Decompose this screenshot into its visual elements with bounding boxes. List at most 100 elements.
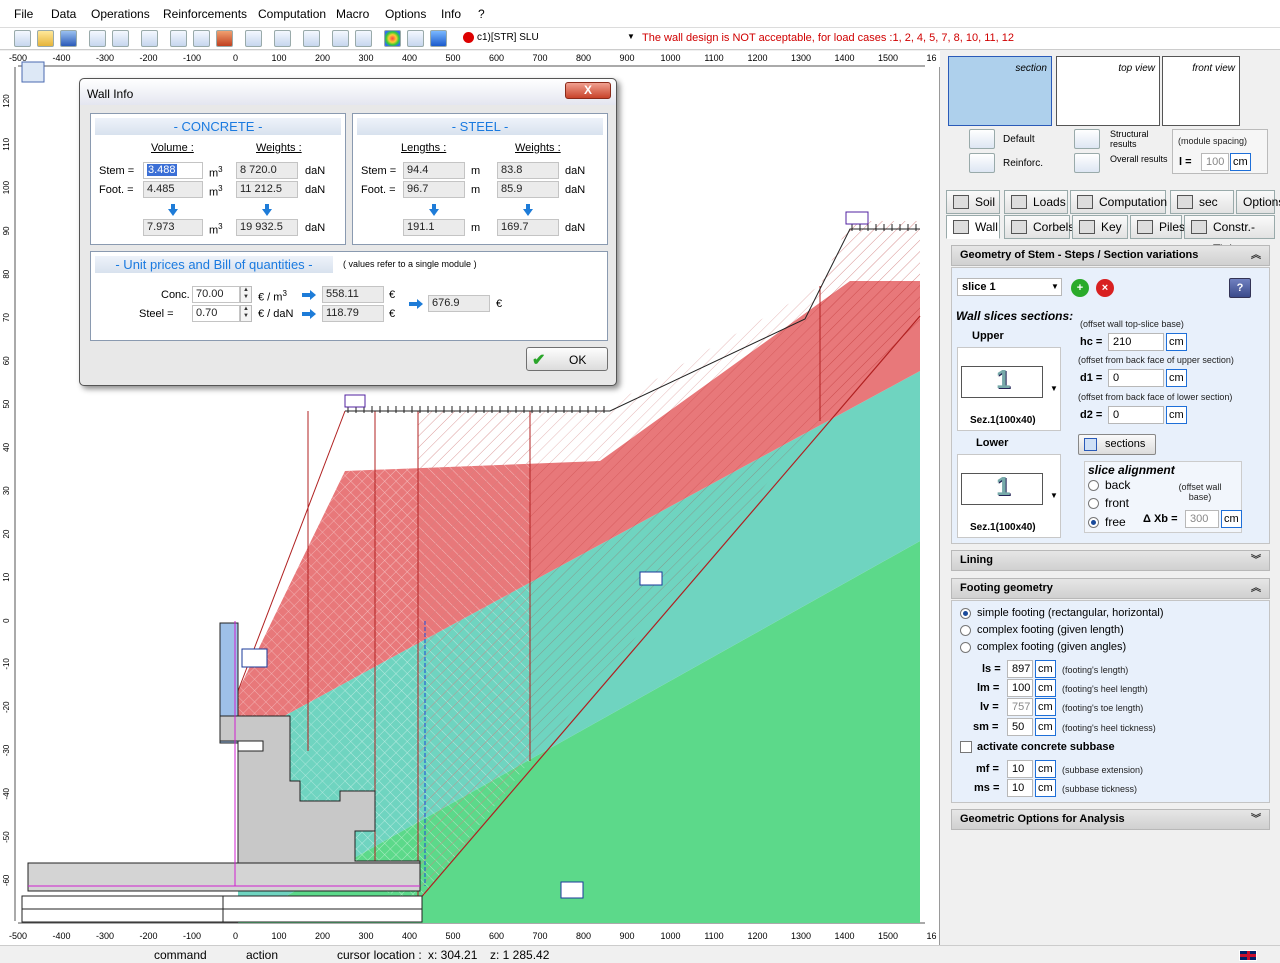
overall-results-icon[interactable] <box>1074 153 1100 173</box>
menu-data[interactable]: Data <box>51 7 76 21</box>
complex-angles-radio[interactable] <box>960 642 971 653</box>
ls-input[interactable]: 897 <box>1007 660 1033 678</box>
view-section-button[interactable]: section <box>948 56 1052 126</box>
open-folder-icon[interactable] <box>37 30 54 47</box>
table-icon[interactable] <box>407 30 424 47</box>
collapse-icon[interactable]: ︽ <box>1251 246 1261 265</box>
stem-steel-weight-field[interactable]: 83.8 <box>497 162 559 179</box>
preview-icon[interactable] <box>303 30 320 47</box>
menu-computation[interactable]: Computation <box>258 7 326 21</box>
materials-icon[interactable] <box>216 30 233 47</box>
default-display-icon[interactable] <box>969 129 995 149</box>
align-back-radio[interactable] <box>1088 480 1099 491</box>
foot-weight-field[interactable]: 11 212.5 <box>236 181 298 198</box>
view-front-button[interactable]: front view <box>1162 56 1240 126</box>
load-case-select[interactable]: c1)[STR] SLU <box>477 32 635 43</box>
rebar-icon[interactable] <box>193 30 210 47</box>
redo-icon[interactable] <box>112 30 129 47</box>
menu-macro[interactable]: Macro <box>336 7 369 21</box>
tab-sec[interactable]: sec <box>1170 190 1234 214</box>
chevron-down-icon[interactable]: ▼ <box>1051 282 1059 291</box>
align-front-radio[interactable] <box>1088 498 1099 509</box>
color-wheel-icon[interactable] <box>384 30 401 47</box>
stem-volume-field[interactable]: 3.488 <box>143 162 203 179</box>
tab-key[interactable]: Key <box>1072 215 1128 239</box>
lv-input[interactable]: 757 <box>1007 698 1033 716</box>
collapse-icon[interactable]: ︽ <box>1251 579 1261 598</box>
conc-price-input[interactable]: 70.00 <box>192 286 240 303</box>
tab-computation[interactable]: Computation <box>1070 190 1167 214</box>
sm-input[interactable]: 50 <box>1007 718 1033 736</box>
simple-footing-radio[interactable] <box>960 608 971 619</box>
stem-weight-field[interactable]: 8 720.0 <box>236 162 298 179</box>
steel-price-stepper[interactable]: ▲ ▼ <box>240 305 252 322</box>
close-button[interactable]: X <box>565 82 611 99</box>
chevron-down-icon[interactable]: ▼ <box>1050 491 1058 500</box>
subbase-checkbox[interactable] <box>960 741 972 753</box>
remove-slice-icon[interactable]: × <box>1096 279 1114 297</box>
menu-info[interactable]: Info <box>441 7 461 21</box>
language-flag-icon[interactable] <box>1239 950 1257 961</box>
view-top-button[interactable]: top view <box>1056 56 1160 126</box>
tab-loads[interactable]: Loads <box>1004 190 1068 214</box>
lm-input[interactable]: 100 <box>1007 679 1033 697</box>
lining-section-header[interactable]: Lining ︾ <box>951 550 1270 571</box>
print-icon[interactable] <box>332 30 349 47</box>
cube-icon[interactable] <box>430 30 447 47</box>
grand-total-field[interactable]: 676.9 <box>428 295 490 312</box>
tab-corbels[interactable]: Corbels <box>1004 215 1074 239</box>
gear-icon[interactable] <box>274 30 291 47</box>
menu-options[interactable]: Options <box>385 7 426 21</box>
foot-length-field[interactable]: 96.7 <box>403 181 465 198</box>
geometry-section-header[interactable]: Geometry of Stem - Steps / Section varia… <box>951 245 1270 266</box>
reinforc-display-icon[interactable] <box>969 153 995 173</box>
tab-soil[interactable]: Soil <box>946 190 1000 214</box>
document-icon[interactable] <box>355 30 372 47</box>
help-icon[interactable]: ? <box>1229 278 1251 298</box>
upper-section-preview[interactable]: 1 Sez.1(100x40) <box>957 347 1061 431</box>
sections-button[interactable]: sections <box>1078 434 1156 455</box>
expand-icon[interactable]: ︾ <box>1251 551 1261 570</box>
steel-price-input[interactable]: 0.70 <box>192 305 240 322</box>
conc-total-field[interactable]: 558.11 <box>322 286 384 303</box>
new-file-icon[interactable] <box>14 30 31 47</box>
tab-piles[interactable]: Piles <box>1130 215 1185 239</box>
save-icon[interactable] <box>60 30 77 47</box>
l-input[interactable]: 100 <box>1201 153 1229 171</box>
d1-input[interactable]: 0 <box>1108 369 1164 387</box>
dimension-icon[interactable] <box>245 30 262 47</box>
ms-input[interactable]: 10 <box>1007 779 1033 797</box>
menu-operations[interactable]: Operations <box>91 7 150 21</box>
dxb-input[interactable]: 300 <box>1185 510 1219 528</box>
ok-button[interactable]: ✔ OK <box>526 347 608 371</box>
chevron-down-icon[interactable]: ▼ <box>1050 384 1058 393</box>
total-steel-weight-field[interactable]: 169.7 <box>497 219 559 236</box>
menu-reinforcements[interactable]: Reinforcements <box>163 7 247 21</box>
complex-length-radio[interactable] <box>960 625 971 636</box>
total-length-field[interactable]: 191.1 <box>403 219 465 236</box>
hc-input[interactable]: 210 <box>1108 333 1164 351</box>
dialog-titlebar[interactable]: Wall Info <box>80 79 616 105</box>
edit-icon[interactable] <box>141 30 158 47</box>
menu-file[interactable]: File <box>14 7 33 21</box>
structural-results-icon[interactable] <box>1074 129 1100 149</box>
stem-length-field[interactable]: 94.4 <box>403 162 465 179</box>
tab-options[interactable]: Options <box>1236 190 1280 214</box>
foot-volume-field[interactable]: 4.485 <box>143 181 203 198</box>
menu-help[interactable]: ? <box>478 7 485 21</box>
slice-select[interactable]: slice 1 <box>957 278 1062 296</box>
mf-input[interactable]: 10 <box>1007 760 1033 778</box>
undo-icon[interactable] <box>89 30 106 47</box>
chevron-down-icon[interactable]: ▼ <box>627 32 635 41</box>
tab-constr-tieb[interactable]: Constr.-Tieb. <box>1184 215 1275 256</box>
steel-total-field[interactable]: 118.79 <box>322 305 384 322</box>
expand-icon[interactable]: ︾ <box>1251 810 1261 829</box>
conc-price-stepper[interactable]: ▲ ▼ <box>240 286 252 303</box>
d2-input[interactable]: 0 <box>1108 406 1164 424</box>
add-slice-icon[interactable]: + <box>1071 279 1089 297</box>
total-weight-field[interactable]: 19 932.5 <box>236 219 298 236</box>
total-volume-field[interactable]: 7.973 <box>143 219 203 236</box>
footing-section-header[interactable]: Footing geometry ︽ <box>951 578 1270 599</box>
foot-steel-weight-field[interactable]: 85.9 <box>497 181 559 198</box>
tab-wall[interactable]: Wall <box>946 215 1000 239</box>
